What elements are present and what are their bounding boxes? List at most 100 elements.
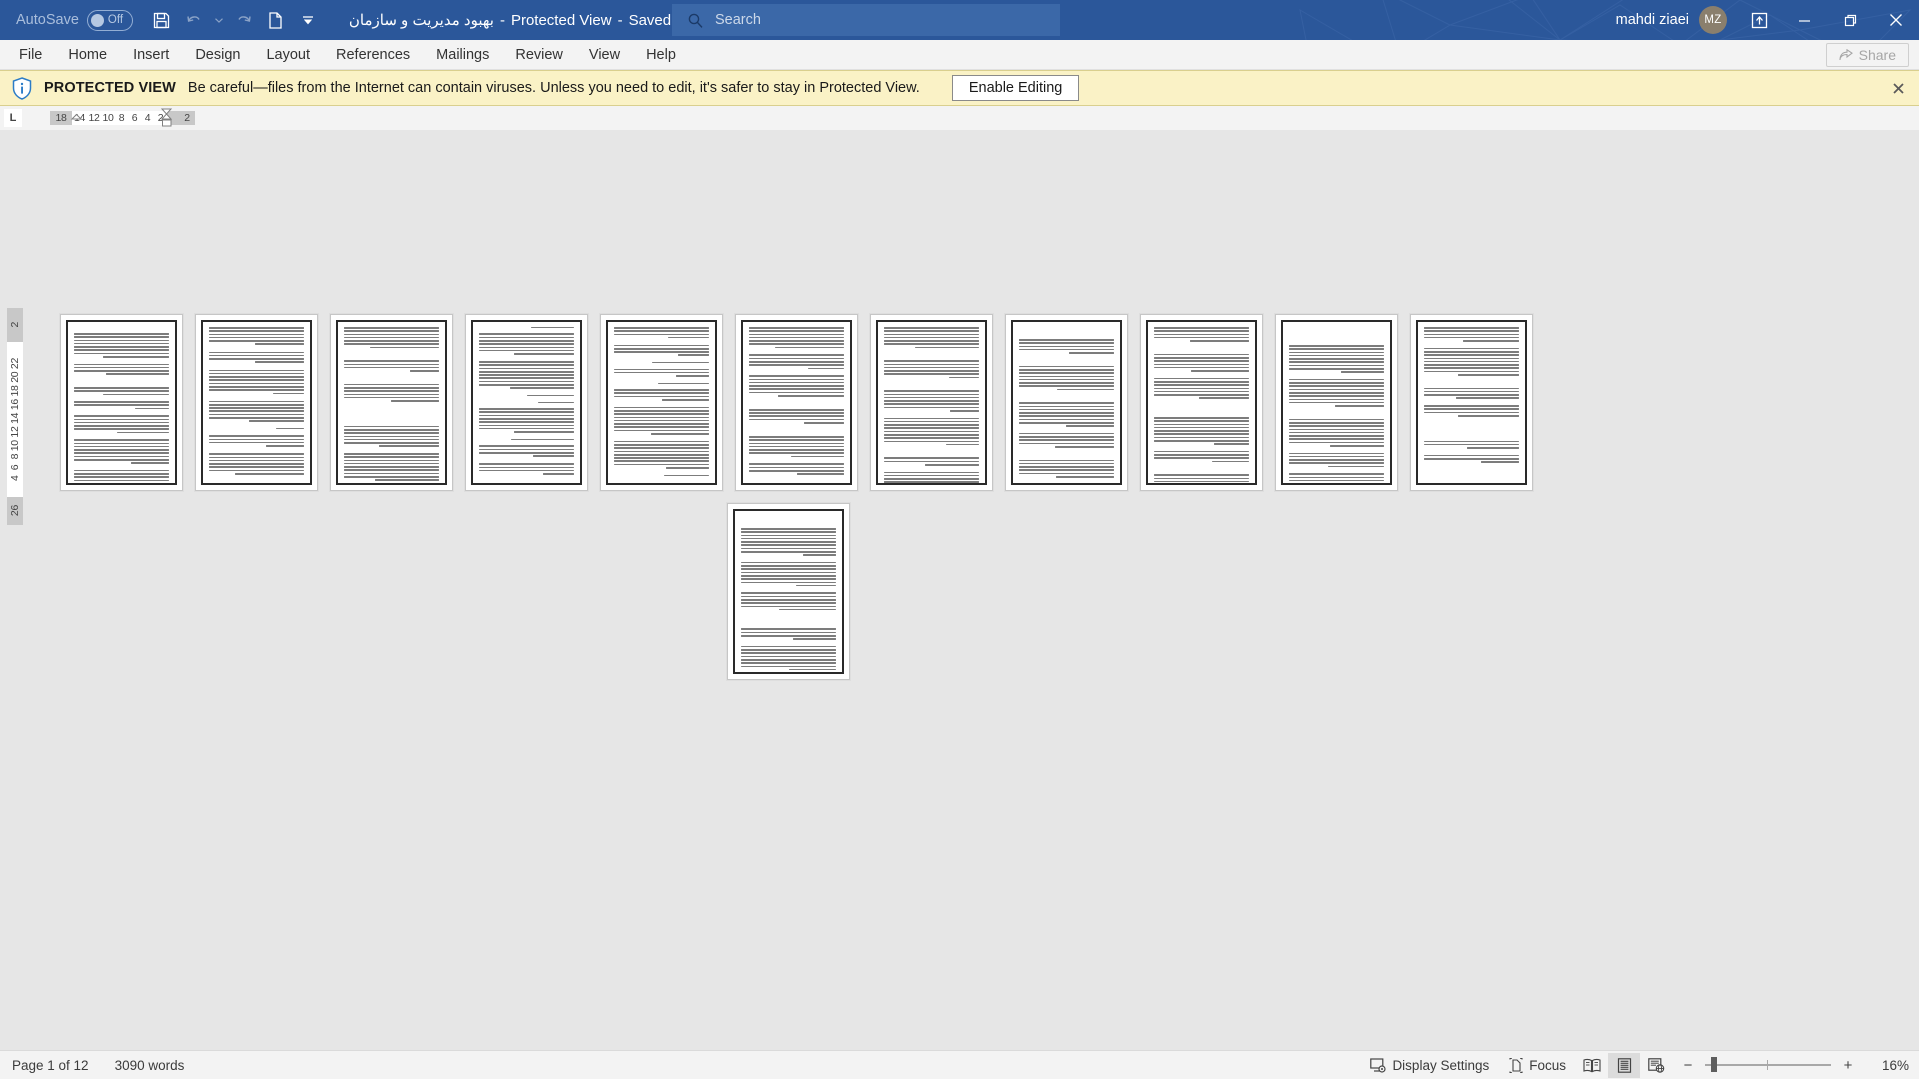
document-page[interactable] [1410,314,1533,491]
document-page[interactable] [600,314,723,491]
document-page[interactable] [330,314,453,491]
zoom-slider-thumb[interactable] [1711,1057,1717,1072]
tab-label: Help [646,46,676,63]
page-text-line [1289,348,1384,350]
zoom-in-button[interactable]: + [1840,1057,1856,1074]
zoom-control[interactable]: − + 16% [1680,1057,1909,1074]
page-text-line [1019,459,1114,462]
autosave-toggle[interactable]: AutoSave Off [16,9,133,31]
page-text-line [74,366,169,369]
page-text-line [1019,375,1114,378]
page-text-line [1424,364,1519,366]
page-paragraph [1154,353,1249,372]
tab-references[interactable]: References [323,40,423,70]
tab-design[interactable]: Design [182,40,253,70]
status-right-group: Display Settings Focus − + 16% [1360,1052,1909,1078]
ribbon-display-options-icon[interactable] [1737,0,1781,40]
word-count[interactable]: 3090 words [115,1058,185,1073]
page-text-line [209,438,304,441]
document-page[interactable] [195,314,318,491]
page-text-line [1154,336,1249,339]
undo-dropdown-icon[interactable] [211,5,227,35]
page-text-line [1190,340,1249,342]
page-text-line [749,388,844,390]
page-text-line [1289,378,1384,381]
page-text-line [1154,474,1249,476]
page-text-gap [209,450,304,451]
zoom-level[interactable]: 16% [1869,1058,1909,1073]
enable-editing-button[interactable]: Enable Editing [951,75,1080,101]
minimize-button[interactable] [1781,0,1827,40]
page-text-line [1424,360,1519,363]
touch-mode-icon[interactable] [261,5,291,35]
page-text-line [344,453,439,455]
search-input[interactable]: Search [672,4,1060,36]
document-page[interactable] [870,314,993,491]
horizontal-ruler-track[interactable]: 18 14 12 10 8 6 4 2 2 [50,106,195,130]
save-icon[interactable] [147,5,177,35]
close-icon[interactable] [1885,75,1911,101]
tab-insert[interactable]: Insert [120,40,182,70]
page-text-line [1424,357,1519,360]
focus-label: Focus [1529,1057,1566,1073]
page-text-line [749,463,844,465]
tab-review[interactable]: Review [502,40,576,70]
page-text-line [1327,465,1384,468]
title-bar: AutoSave Off بهبود مدیریت و سازمان - Pro… [0,0,1919,40]
print-layout-icon[interactable] [1608,1052,1640,1078]
web-layout-icon[interactable] [1640,1053,1672,1078]
tab-mailings[interactable]: Mailings [423,40,502,70]
pages-container[interactable] [0,130,1919,1050]
share-button[interactable]: Share [1825,43,1909,67]
page-text-line [209,376,304,378]
redo-icon[interactable] [229,5,259,35]
page-paragraph [749,408,844,424]
page-text-line [1154,484,1249,485]
page-paragraph [1019,402,1114,427]
document-page[interactable] [727,503,850,680]
page-text-line [749,452,844,454]
page-text-line [1154,390,1249,393]
account-name[interactable]: mahdi ziaei [1616,12,1689,28]
page-paragraph [614,440,709,469]
undo-icon[interactable] [179,5,209,35]
page-text-line [1065,425,1114,427]
tab-file[interactable]: File [6,40,55,70]
close-button[interactable] [1873,0,1919,40]
document-page[interactable] [60,314,183,491]
page-text-line [1154,381,1249,383]
indent-markers[interactable] [50,106,195,130]
zoom-out-button[interactable]: − [1680,1057,1696,1074]
page-text-line [614,347,709,350]
page-text-line [1154,333,1249,336]
page-indicator[interactable]: Page 1 of 12 [12,1058,89,1073]
document-page[interactable] [465,314,588,491]
tab-home[interactable]: Home [55,40,120,70]
horizontal-ruler[interactable]: L 18 14 12 10 8 6 4 2 2 [0,106,1919,130]
page-text-line [344,366,439,369]
page-text-line [344,438,439,441]
display-settings-button[interactable]: Display Settings [1360,1053,1499,1078]
avatar[interactable]: MZ [1699,6,1727,34]
focus-button[interactable]: Focus [1499,1053,1576,1078]
document-page[interactable] [735,314,858,491]
zoom-slider[interactable] [1705,1057,1831,1072]
tab-stop-selector[interactable]: L [0,106,26,130]
tab-layout[interactable]: Layout [253,40,323,70]
document-workspace[interactable]: 2 4 6 8 10 12 14 16 18 20 22 26 [0,130,1919,1050]
read-mode-icon[interactable] [1576,1053,1608,1078]
document-page[interactable] [1140,314,1263,491]
page-paragraph [1019,432,1114,448]
customize-qat-icon[interactable] [293,5,323,35]
tab-help[interactable]: Help [633,40,689,70]
page-paragraph [1154,417,1249,445]
document-page[interactable] [1275,314,1398,491]
document-page[interactable] [1005,314,1128,491]
restore-button[interactable] [1827,0,1873,40]
page-text-line [741,541,836,543]
page-text-line [749,439,844,441]
page-text-line [1154,477,1249,480]
tab-view[interactable]: View [576,40,633,70]
page-text-line [344,360,439,362]
autosave-switch[interactable]: Off [86,9,133,31]
